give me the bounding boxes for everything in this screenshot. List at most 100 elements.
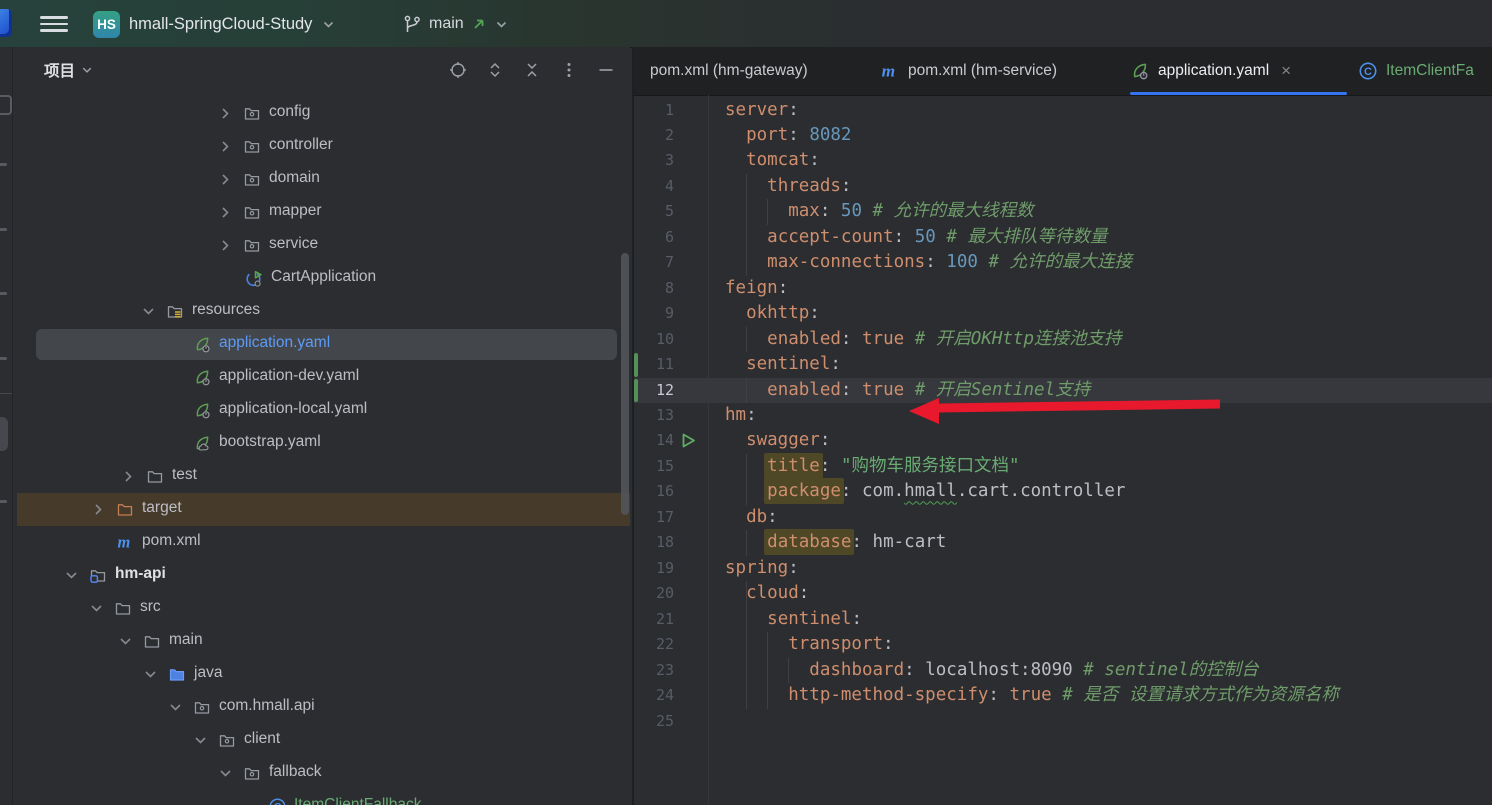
code-line-19[interactable]: spring:	[725, 556, 799, 582]
tree-item-label: application-dev.yaml	[219, 367, 359, 385]
code-line-17[interactable]: db:	[725, 505, 778, 531]
code-line-20[interactable]: cloud:	[725, 581, 809, 607]
tree-item-resources[interactable]: resources	[13, 295, 630, 328]
tree-item-bootstrap-yaml[interactable]: bootstrap.yaml	[13, 427, 630, 460]
code-line-21[interactable]: sentinel:	[725, 607, 862, 633]
chevron-right-icon[interactable]	[216, 236, 235, 255]
tab-application-yaml[interactable]: application.yaml×	[1122, 47, 1351, 95]
git-branch-widget[interactable]: main	[402, 6, 509, 42]
run-application-icon[interactable]	[679, 431, 698, 450]
tree-item-src[interactable]: src	[13, 592, 630, 625]
tree-item-client[interactable]: client	[13, 724, 630, 757]
chevron-down-icon[interactable]	[191, 731, 210, 750]
spring-yaml-icon	[193, 368, 212, 387]
code-line-10[interactable]: enabled: true # 开启OKHttp连接池支持	[725, 327, 1122, 353]
code-line-23[interactable]: dashboard: localhost:8090 # sentinel的控制台	[725, 658, 1259, 684]
more-options-button[interactable]	[559, 60, 579, 80]
tree-item-pom-xml[interactable]: mpom.xml	[13, 526, 630, 559]
tab-label: pom.xml (hm-gateway)	[650, 62, 808, 80]
ide-window: HS hmall-SpringCloud-Study main	[0, 0, 1492, 805]
code-line-4[interactable]: threads:	[725, 174, 851, 200]
expand-all-button[interactable]	[485, 60, 505, 80]
tool-window-stripe	[0, 47, 13, 805]
hamburger-menu-icon[interactable]	[40, 12, 68, 36]
code-line-24[interactable]: http-method-specify: true # 是否 设置请求方式作为资…	[725, 683, 1339, 709]
tree-item-application-dev-yaml[interactable]: application-dev.yaml	[13, 361, 630, 394]
line-number: 22	[638, 632, 674, 658]
code-line-13[interactable]: hm:	[725, 403, 757, 429]
tab-pom-xml-hm-gateway-[interactable]: pom.xml (hm-gateway)	[634, 47, 864, 95]
tree-item-mapper[interactable]: mapper	[13, 196, 630, 229]
line-number: 25	[638, 709, 674, 735]
chevron-down-icon[interactable]	[216, 764, 235, 783]
tree-item-target[interactable]: target	[13, 493, 630, 526]
chevron-right-icon[interactable]	[89, 500, 108, 519]
code-line-6[interactable]: accept-count: 50 # 最大排队等待数量	[725, 225, 1107, 251]
chevron-down-icon[interactable]	[87, 599, 106, 618]
line-number: 8	[638, 276, 674, 302]
tree-item-main[interactable]: main	[13, 625, 630, 658]
chevron-down-icon[interactable]	[139, 302, 158, 321]
tree-item-controller[interactable]: controller	[13, 130, 630, 163]
chevron-down-icon[interactable]	[116, 632, 135, 651]
tree-item-service[interactable]: service	[13, 229, 630, 262]
project-switcher[interactable]: HS hmall-SpringCloud-Study	[93, 6, 336, 42]
code-line-18[interactable]: database: hm-cart	[725, 530, 946, 556]
tree-scrollbar-thumb[interactable]	[621, 253, 629, 515]
package-folder-icon	[243, 170, 262, 189]
project-view-selector[interactable]: 项目	[38, 58, 100, 82]
tree-item-label: domain	[269, 169, 320, 187]
tree-item-itemclientfallback[interactable]: CItemClientFallback	[13, 790, 630, 805]
folder-icon	[146, 467, 165, 486]
tree-item-application-local-yaml[interactable]: application-local.yaml	[13, 394, 630, 427]
code-line-1[interactable]: server:	[725, 98, 799, 124]
code-line-7[interactable]: max-connections: 100 # 允许的最大连接	[725, 250, 1132, 276]
svg-text:m: m	[118, 533, 131, 552]
code-line-11[interactable]: sentinel:	[725, 352, 841, 378]
active-tool-window-button[interactable]	[0, 417, 8, 451]
code-line-5[interactable]: max: 50 # 允许的最大线程数	[725, 199, 1034, 225]
tab-itemclientfa[interactable]: CItemClientFa	[1351, 47, 1492, 95]
chevron-down-icon[interactable]	[62, 566, 81, 585]
chevron-right-icon[interactable]	[216, 104, 235, 123]
tree-item-application-yaml[interactable]: application.yaml	[13, 328, 630, 361]
tree-item-com-hmall-api[interactable]: com.hmall.api	[13, 691, 630, 724]
code-line-2[interactable]: port: 8082	[725, 123, 851, 149]
tree-item-hm-api[interactable]: hm-api	[13, 559, 630, 592]
code-line-14[interactable]: swagger:	[725, 428, 830, 454]
tree-item-domain[interactable]: domain	[13, 163, 630, 196]
tree-item-label: com.hmall.api	[219, 697, 315, 715]
spring-cloud-yaml-icon	[193, 434, 212, 453]
locate-file-button[interactable]	[448, 60, 468, 80]
close-tab-icon[interactable]: ×	[1281, 61, 1291, 81]
package-folder-icon	[243, 104, 262, 123]
tree-item-label: CartApplication	[271, 268, 376, 286]
chevron-down-icon[interactable]	[166, 698, 185, 717]
code-line-15[interactable]: title: "购物车服务接口文档"	[725, 454, 1020, 480]
line-number: 16	[638, 479, 674, 505]
editor-area[interactable]: 1server:2 port: 80823 tomcat:4 threads:5…	[634, 95, 1492, 805]
tree-item-java[interactable]: java	[13, 658, 630, 691]
tree-item-test[interactable]: test	[13, 460, 630, 493]
code-line-3[interactable]: tomcat:	[725, 148, 820, 174]
tab-pom-xml-hm-service-[interactable]: mpom.xml (hm-service)	[864, 47, 1122, 95]
tree-item-config[interactable]: config	[13, 97, 630, 130]
tree-item-fallback[interactable]: fallback	[13, 757, 630, 790]
project-panel-header: 项目	[13, 47, 630, 93]
hide-panel-button[interactable]	[596, 60, 616, 80]
chevron-right-icon[interactable]	[216, 170, 235, 189]
chevron-right-icon[interactable]	[119, 467, 138, 486]
collapse-all-button[interactable]	[522, 60, 542, 80]
folder-icon	[143, 632, 162, 651]
chevron-right-icon[interactable]	[216, 137, 235, 156]
tree-item-cartapplication[interactable]: CartApplication	[13, 262, 630, 295]
class-icon: C	[1358, 61, 1378, 81]
chevron-right-icon[interactable]	[216, 203, 235, 222]
code-line-16[interactable]: package: com.hmall.cart.controller	[725, 479, 1125, 505]
code-line-12[interactable]: enabled: true # 开启Sentinel支持	[725, 378, 1090, 404]
stripe-divider	[0, 393, 12, 394]
code-line-22[interactable]: transport:	[725, 632, 894, 658]
code-line-9[interactable]: okhttp:	[725, 301, 820, 327]
chevron-down-icon[interactable]	[141, 665, 160, 684]
code-line-8[interactable]: feign:	[725, 276, 788, 302]
